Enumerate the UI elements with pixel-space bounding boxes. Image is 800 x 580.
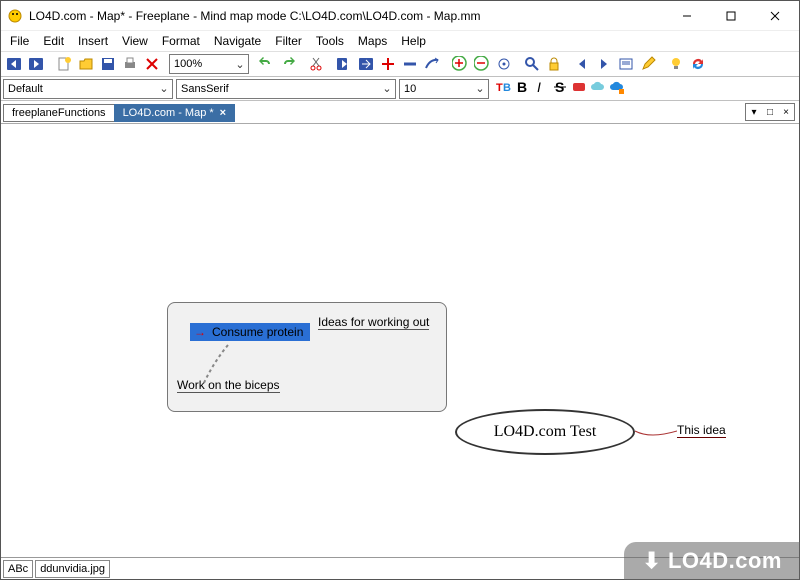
maximize-button[interactable]: [709, 2, 753, 30]
chevron-down-icon: ⌄: [379, 82, 395, 95]
tab-label: freeplaneFunctions: [12, 107, 106, 119]
menu-help[interactable]: Help: [394, 32, 433, 50]
menu-navigate[interactable]: Navigate: [207, 32, 268, 50]
status-abc[interactable]: ABc: [3, 560, 33, 578]
next-map-button[interactable]: [25, 53, 47, 75]
svg-text:T: T: [496, 82, 503, 94]
menu-edit[interactable]: Edit: [36, 32, 71, 50]
font-value: SansSerif: [177, 83, 379, 95]
app-icon: [7, 8, 23, 24]
tab-active-map[interactable]: LO4D.com - Map * ×: [114, 104, 236, 122]
status-filename: ddunvidia.jpg: [35, 560, 110, 578]
minimize-button[interactable]: [665, 2, 709, 30]
node-root-oval[interactable]: LO4D.com Test: [455, 409, 635, 455]
prev-map-button[interactable]: [3, 53, 25, 75]
refresh-icon[interactable]: [687, 53, 709, 75]
cloud-color-button[interactable]: [609, 79, 625, 98]
titlebar: LO4D.com - Map* - Freeplane - Mind map m…: [1, 1, 799, 31]
background-color-button[interactable]: [571, 79, 587, 98]
svg-text:B: B: [517, 79, 527, 95]
tab-freeplane-functions[interactable]: freeplaneFunctions: [3, 104, 115, 122]
window-title: LO4D.com - Map* - Freeplane - Mind map m…: [29, 9, 665, 23]
chevron-down-icon: ⌄: [472, 82, 488, 95]
menu-maps[interactable]: Maps: [351, 32, 394, 50]
menu-tools[interactable]: Tools: [309, 32, 351, 50]
tab-menu-button[interactable]: ▾: [746, 107, 762, 118]
tab-maximize-button[interactable]: □: [762, 107, 778, 118]
fontsize-value: 10: [400, 83, 472, 95]
close-button[interactable]: [753, 2, 797, 30]
center-selected-button[interactable]: [493, 53, 515, 75]
tab-close-icon[interactable]: ×: [220, 107, 226, 119]
menu-file[interactable]: File: [3, 32, 36, 50]
node-ideas[interactable]: Ideas for working out: [318, 315, 429, 330]
zoom-value: 100%: [170, 58, 232, 70]
print-button[interactable]: [119, 53, 141, 75]
new-child-button[interactable]: [333, 53, 355, 75]
tabstrip: freeplaneFunctions LO4D.com - Map * × ▾ …: [1, 101, 799, 123]
new-sibling-button[interactable]: [355, 53, 377, 75]
font-combo[interactable]: SansSerif⌄: [176, 79, 396, 99]
svg-text:B: B: [503, 82, 511, 94]
menu-filter[interactable]: Filter: [268, 32, 309, 50]
chevron-down-icon: ⌄: [156, 82, 172, 95]
watermark: ⬇ LO4D.com: [624, 542, 800, 580]
italic-button[interactable]: I: [533, 79, 549, 98]
chevron-down-icon: ⌄: [232, 58, 248, 71]
add-cross-icon[interactable]: [377, 53, 399, 75]
undo-button[interactable]: [255, 53, 277, 75]
node-this-idea[interactable]: This idea: [677, 423, 726, 438]
fontsize-combo[interactable]: 10⌄: [399, 79, 489, 99]
cut-button[interactable]: [305, 53, 327, 75]
redo-button[interactable]: [277, 53, 299, 75]
nav-left-icon[interactable]: [571, 53, 593, 75]
menubar: File Edit Insert View Format Navigate Fi…: [1, 31, 799, 51]
save-button[interactable]: [97, 53, 119, 75]
tabstrip-controls: ▾ □ ×: [745, 103, 795, 121]
style-combo[interactable]: Default⌄: [3, 79, 173, 99]
new-map-button[interactable]: [53, 53, 75, 75]
bold-button[interactable]: B: [514, 79, 530, 98]
node-consume-protein[interactable]: → Consume protein: [190, 323, 310, 341]
mindmap-canvas[interactable]: → Consume protein Ideas for working out …: [1, 123, 799, 557]
menu-view[interactable]: View: [115, 32, 155, 50]
menu-insert[interactable]: Insert: [71, 32, 115, 50]
strikethrough-button[interactable]: S: [552, 79, 568, 98]
connector-red: [635, 427, 677, 439]
toolbar: 100%⌄: [1, 51, 799, 77]
arrow-right-icon: →: [194, 325, 206, 339]
close-map-button[interactable]: [141, 53, 163, 75]
svg-text:I: I: [537, 79, 541, 95]
tab-label: LO4D.com - Map *: [123, 107, 214, 119]
encrypt-button[interactable]: [543, 53, 565, 75]
tab-close-button[interactable]: ×: [778, 107, 794, 118]
edit-button[interactable]: [637, 53, 659, 75]
font-color-button[interactable]: TB: [495, 79, 511, 98]
nav-right-icon[interactable]: [593, 53, 615, 75]
notes-button[interactable]: [615, 53, 637, 75]
link-arrow-icon[interactable]: [421, 53, 443, 75]
node-label: Consume protein: [212, 325, 303, 339]
zoom-in-icon[interactable]: [449, 53, 471, 75]
find-button[interactable]: [521, 53, 543, 75]
idea-icon[interactable]: [665, 53, 687, 75]
zoom-combo[interactable]: 100%⌄: [169, 54, 249, 74]
node-group-box[interactable]: → Consume protein Ideas for working out …: [167, 302, 447, 412]
open-button[interactable]: [75, 53, 97, 75]
remove-node-button[interactable]: [399, 53, 421, 75]
node-biceps[interactable]: Work on the biceps: [177, 378, 280, 393]
cloud-button[interactable]: [590, 79, 606, 98]
node-label: LO4D.com Test: [494, 423, 597, 441]
app-window: LO4D.com - Map* - Freeplane - Mind map m…: [0, 0, 800, 580]
style-value: Default: [4, 83, 156, 95]
formatbar: Default⌄ SansSerif⌄ 10⌄ TB B I S: [1, 77, 799, 101]
zoom-out-icon[interactable]: [471, 53, 493, 75]
menu-format[interactable]: Format: [155, 32, 207, 50]
